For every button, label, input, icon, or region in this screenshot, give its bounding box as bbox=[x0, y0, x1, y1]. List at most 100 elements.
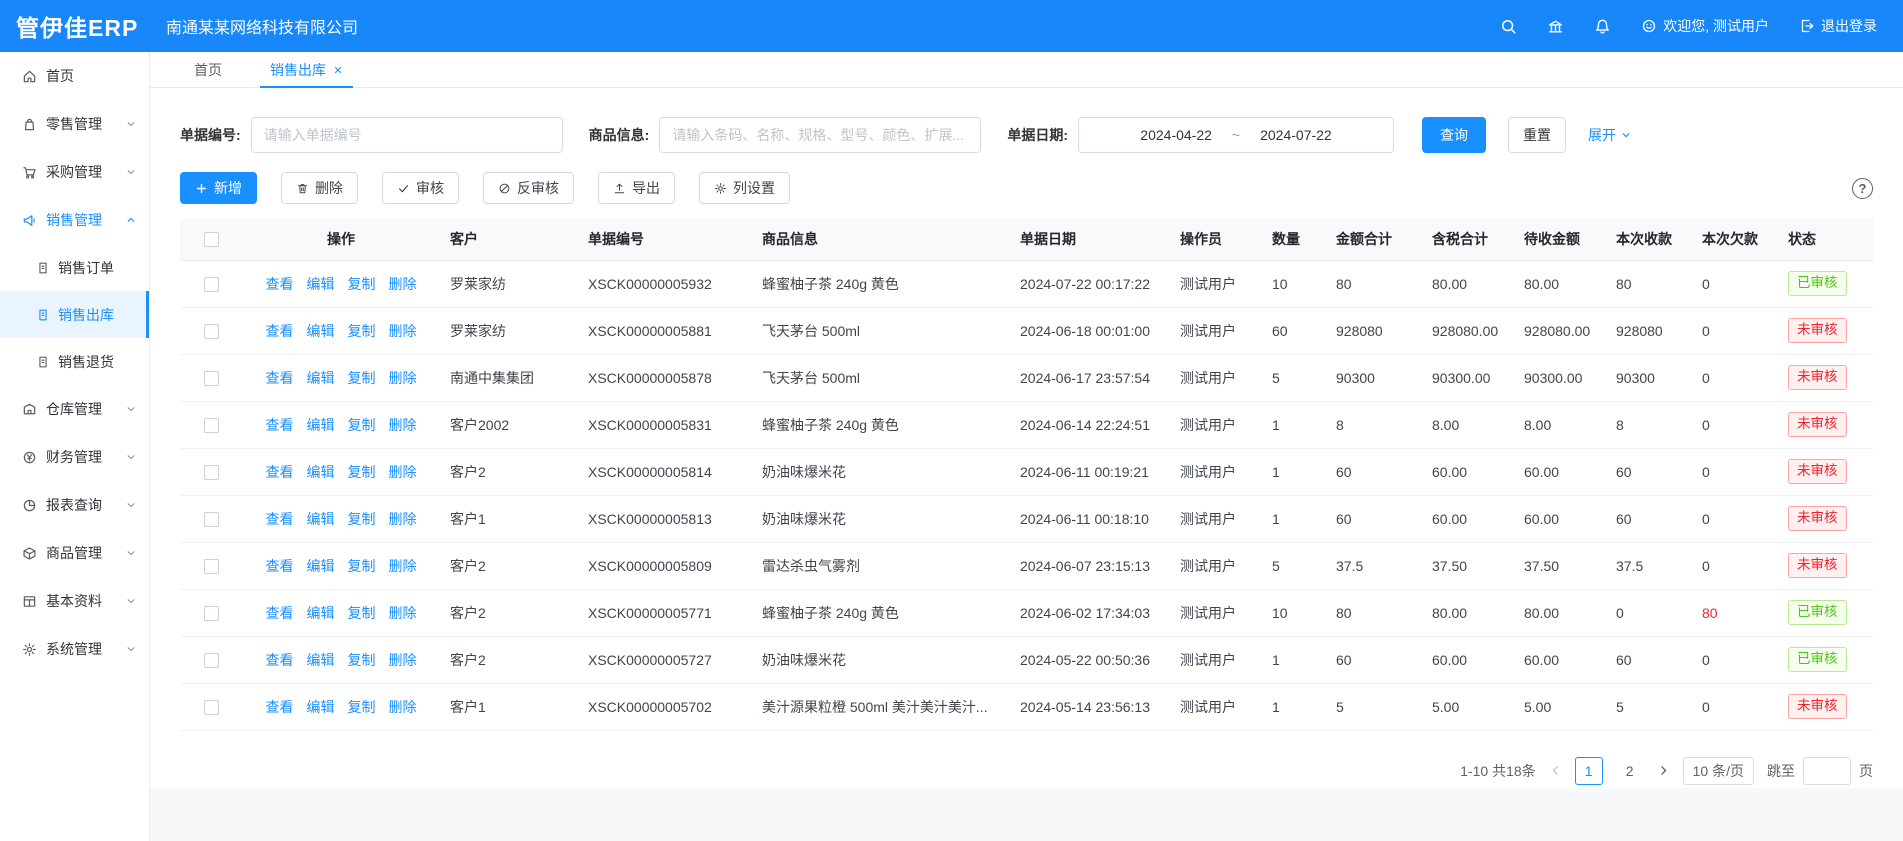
delete-link[interactable]: 删除 bbox=[389, 321, 417, 341]
edit-link[interactable]: 编辑 bbox=[307, 556, 335, 576]
product-input[interactable] bbox=[659, 117, 981, 153]
search-button[interactable]: 查询 bbox=[1422, 117, 1486, 153]
date-from-value[interactable]: 2024-04-22 bbox=[1140, 127, 1212, 143]
bell-icon[interactable] bbox=[1594, 18, 1611, 35]
view-link[interactable]: 查看 bbox=[266, 556, 294, 576]
view-link[interactable]: 查看 bbox=[266, 650, 294, 670]
chevron-down-icon bbox=[125, 451, 137, 463]
sidebar-subitem-sales-return[interactable]: 销售退货 bbox=[0, 338, 149, 385]
delete-link[interactable]: 删除 bbox=[389, 650, 417, 670]
delete-button[interactable]: 删除 bbox=[281, 172, 358, 204]
row-checkbox[interactable] bbox=[204, 418, 219, 433]
column-settings-button[interactable]: 列设置 bbox=[699, 172, 790, 204]
row-checkbox[interactable] bbox=[204, 512, 219, 527]
edit-link[interactable]: 编辑 bbox=[307, 321, 335, 341]
delete-link[interactable]: 删除 bbox=[389, 697, 417, 717]
edit-link[interactable]: 编辑 bbox=[307, 415, 335, 435]
tab-close-icon[interactable] bbox=[333, 65, 343, 75]
home-portal-icon[interactable] bbox=[1547, 18, 1564, 35]
date-range-picker[interactable]: 2024-04-22 ~ 2024-07-22 bbox=[1078, 117, 1394, 153]
sidebar-item-purchase[interactable]: 采购管理 bbox=[0, 148, 149, 196]
plus-icon bbox=[195, 182, 208, 195]
delete-link[interactable]: 删除 bbox=[389, 415, 417, 435]
view-link[interactable]: 查看 bbox=[266, 603, 294, 623]
tab-sales-outbound[interactable]: 销售出库 bbox=[260, 52, 353, 87]
copy-link[interactable]: 复制 bbox=[348, 509, 376, 529]
copy-link[interactable]: 复制 bbox=[348, 274, 376, 294]
delete-link[interactable]: 删除 bbox=[389, 556, 417, 576]
copy-link[interactable]: 复制 bbox=[348, 321, 376, 341]
copy-link[interactable]: 复制 bbox=[348, 368, 376, 388]
sidebar-subitem-sales-order[interactable]: 销售订单 bbox=[0, 244, 149, 291]
row-checkbox[interactable] bbox=[204, 465, 219, 480]
audit-button[interactable]: 审核 bbox=[382, 172, 459, 204]
view-link[interactable]: 查看 bbox=[266, 697, 294, 717]
jump-page-input[interactable] bbox=[1803, 757, 1851, 785]
select-all-checkbox[interactable] bbox=[204, 232, 219, 247]
copy-link[interactable]: 复制 bbox=[348, 556, 376, 576]
row-checkbox[interactable] bbox=[204, 700, 219, 715]
delete-link[interactable]: 删除 bbox=[389, 509, 417, 529]
delete-link[interactable]: 删除 bbox=[389, 603, 417, 623]
row-checkbox[interactable] bbox=[204, 559, 219, 574]
unaudit-button[interactable]: 反审核 bbox=[483, 172, 574, 204]
page-button-1[interactable]: 1 bbox=[1575, 757, 1603, 785]
edit-link[interactable]: 编辑 bbox=[307, 509, 335, 529]
tab-home[interactable]: 首页 bbox=[184, 52, 232, 87]
expand-filters-link[interactable]: 展开 bbox=[1588, 125, 1632, 145]
sidebar-item-home[interactable]: 首页 bbox=[0, 52, 149, 100]
status-badge: 已审核 bbox=[1788, 600, 1847, 625]
search-icon[interactable] bbox=[1500, 18, 1517, 35]
export-button[interactable]: 导出 bbox=[598, 172, 675, 204]
sidebar-item-warehouse[interactable]: 仓库管理 bbox=[0, 385, 149, 433]
delete-link[interactable]: 删除 bbox=[389, 462, 417, 482]
view-link[interactable]: 查看 bbox=[266, 462, 294, 482]
date-to-value[interactable]: 2024-07-22 bbox=[1260, 127, 1332, 143]
copy-link[interactable]: 复制 bbox=[348, 650, 376, 670]
sidebar-subitem-sales-outbound[interactable]: 销售出库 bbox=[0, 291, 149, 338]
sidebar-item-retail[interactable]: 零售管理 bbox=[0, 100, 149, 148]
sidebar-item-products[interactable]: 商品管理 bbox=[0, 529, 149, 577]
sidebar-item-system[interactable]: 系统管理 bbox=[0, 625, 149, 673]
view-link[interactable]: 查看 bbox=[266, 509, 294, 529]
add-button[interactable]: 新增 bbox=[180, 172, 257, 204]
view-link[interactable]: 查看 bbox=[266, 415, 294, 435]
row-checkbox[interactable] bbox=[204, 277, 219, 292]
delete-link[interactable]: 删除 bbox=[389, 368, 417, 388]
view-link[interactable]: 查看 bbox=[266, 321, 294, 341]
reset-button[interactable]: 重置 bbox=[1508, 117, 1566, 153]
sidebar-item-finance[interactable]: 财务管理 bbox=[0, 433, 149, 481]
bill-no-input[interactable] bbox=[251, 117, 563, 153]
delete-link[interactable]: 删除 bbox=[389, 274, 417, 294]
edit-link[interactable]: 编辑 bbox=[307, 274, 335, 294]
pie-chart-icon bbox=[22, 498, 37, 513]
copy-link[interactable]: 复制 bbox=[348, 697, 376, 717]
row-checkbox[interactable] bbox=[204, 606, 219, 621]
sidebar-item-reports[interactable]: 报表查询 bbox=[0, 481, 149, 529]
edit-link[interactable]: 编辑 bbox=[307, 603, 335, 623]
copy-link[interactable]: 复制 bbox=[348, 603, 376, 623]
page-button-2[interactable]: 2 bbox=[1616, 757, 1644, 785]
copy-link[interactable]: 复制 bbox=[348, 415, 376, 435]
edit-link[interactable]: 编辑 bbox=[307, 368, 335, 388]
copy-link[interactable]: 复制 bbox=[348, 462, 376, 482]
row-checkbox[interactable] bbox=[204, 371, 219, 386]
user-welcome[interactable]: 欢迎您, 测试用户 bbox=[1641, 16, 1769, 36]
prev-page-button[interactable] bbox=[1549, 764, 1562, 777]
amount-cell: 90300 bbox=[1326, 354, 1422, 401]
logout-button[interactable]: 退出登录 bbox=[1799, 16, 1877, 36]
edit-link[interactable]: 编辑 bbox=[307, 697, 335, 717]
next-page-button[interactable] bbox=[1657, 764, 1670, 777]
view-link[interactable]: 查看 bbox=[266, 368, 294, 388]
row-checkbox[interactable] bbox=[204, 324, 219, 339]
sidebar-item-basic-data[interactable]: 基本资料 bbox=[0, 577, 149, 625]
page-size-select[interactable]: 10 条/页 bbox=[1683, 757, 1754, 785]
edit-link[interactable]: 编辑 bbox=[307, 650, 335, 670]
edit-link[interactable]: 编辑 bbox=[307, 462, 335, 482]
help-icon[interactable]: ? bbox=[1852, 178, 1873, 199]
sidebar-item-label: 财务管理 bbox=[46, 447, 102, 467]
sidebar-item-sales[interactable]: 销售管理 bbox=[0, 196, 149, 244]
view-link[interactable]: 查看 bbox=[266, 274, 294, 294]
row-checkbox[interactable] bbox=[204, 653, 219, 668]
received-cell: 60 bbox=[1606, 636, 1692, 683]
